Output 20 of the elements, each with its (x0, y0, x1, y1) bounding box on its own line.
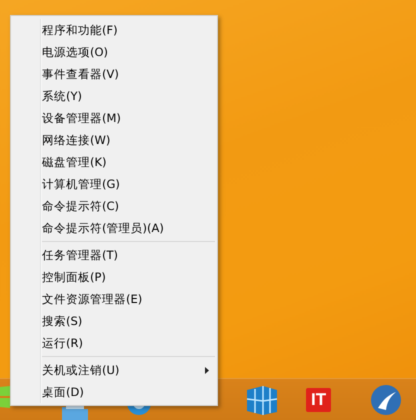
menu-item[interactable]: 设备管理器(M) (11, 107, 217, 129)
bird-logo-icon[interactable] (370, 384, 402, 416)
menu-item[interactable]: 命令提示符(C) (11, 195, 217, 217)
menu-item[interactable]: 命令提示符(管理员)(A) (11, 217, 217, 239)
menu-item[interactable]: 控制面板(P) (11, 266, 217, 288)
menu-item[interactable]: 事件查看器(V) (11, 63, 217, 85)
menu-item[interactable]: 任务管理器(T) (11, 244, 217, 266)
menu-item[interactable]: 计算机管理(G) (11, 173, 217, 195)
menu-item[interactable]: 磁盘管理(K) (11, 151, 217, 173)
menu-item[interactable]: 网络连接(W) (11, 129, 217, 151)
cube-icon[interactable] (245, 384, 279, 416)
menu-item[interactable]: 系统(Y) (11, 85, 217, 107)
menu-item[interactable]: 文件资源管理器(E) (11, 288, 217, 310)
menu-item[interactable]: 运行(R) (11, 332, 217, 354)
menu-item[interactable]: 搜索(S) (11, 310, 217, 332)
menu-item[interactable]: 程序和功能(F) (11, 19, 217, 41)
app-logo[interactable]: IT (306, 388, 332, 412)
menu-item[interactable]: 桌面(D) (11, 381, 217, 403)
menu-item[interactable]: 关机或注销(U) (11, 359, 217, 381)
menu-item[interactable]: 电源选项(O) (11, 41, 217, 63)
